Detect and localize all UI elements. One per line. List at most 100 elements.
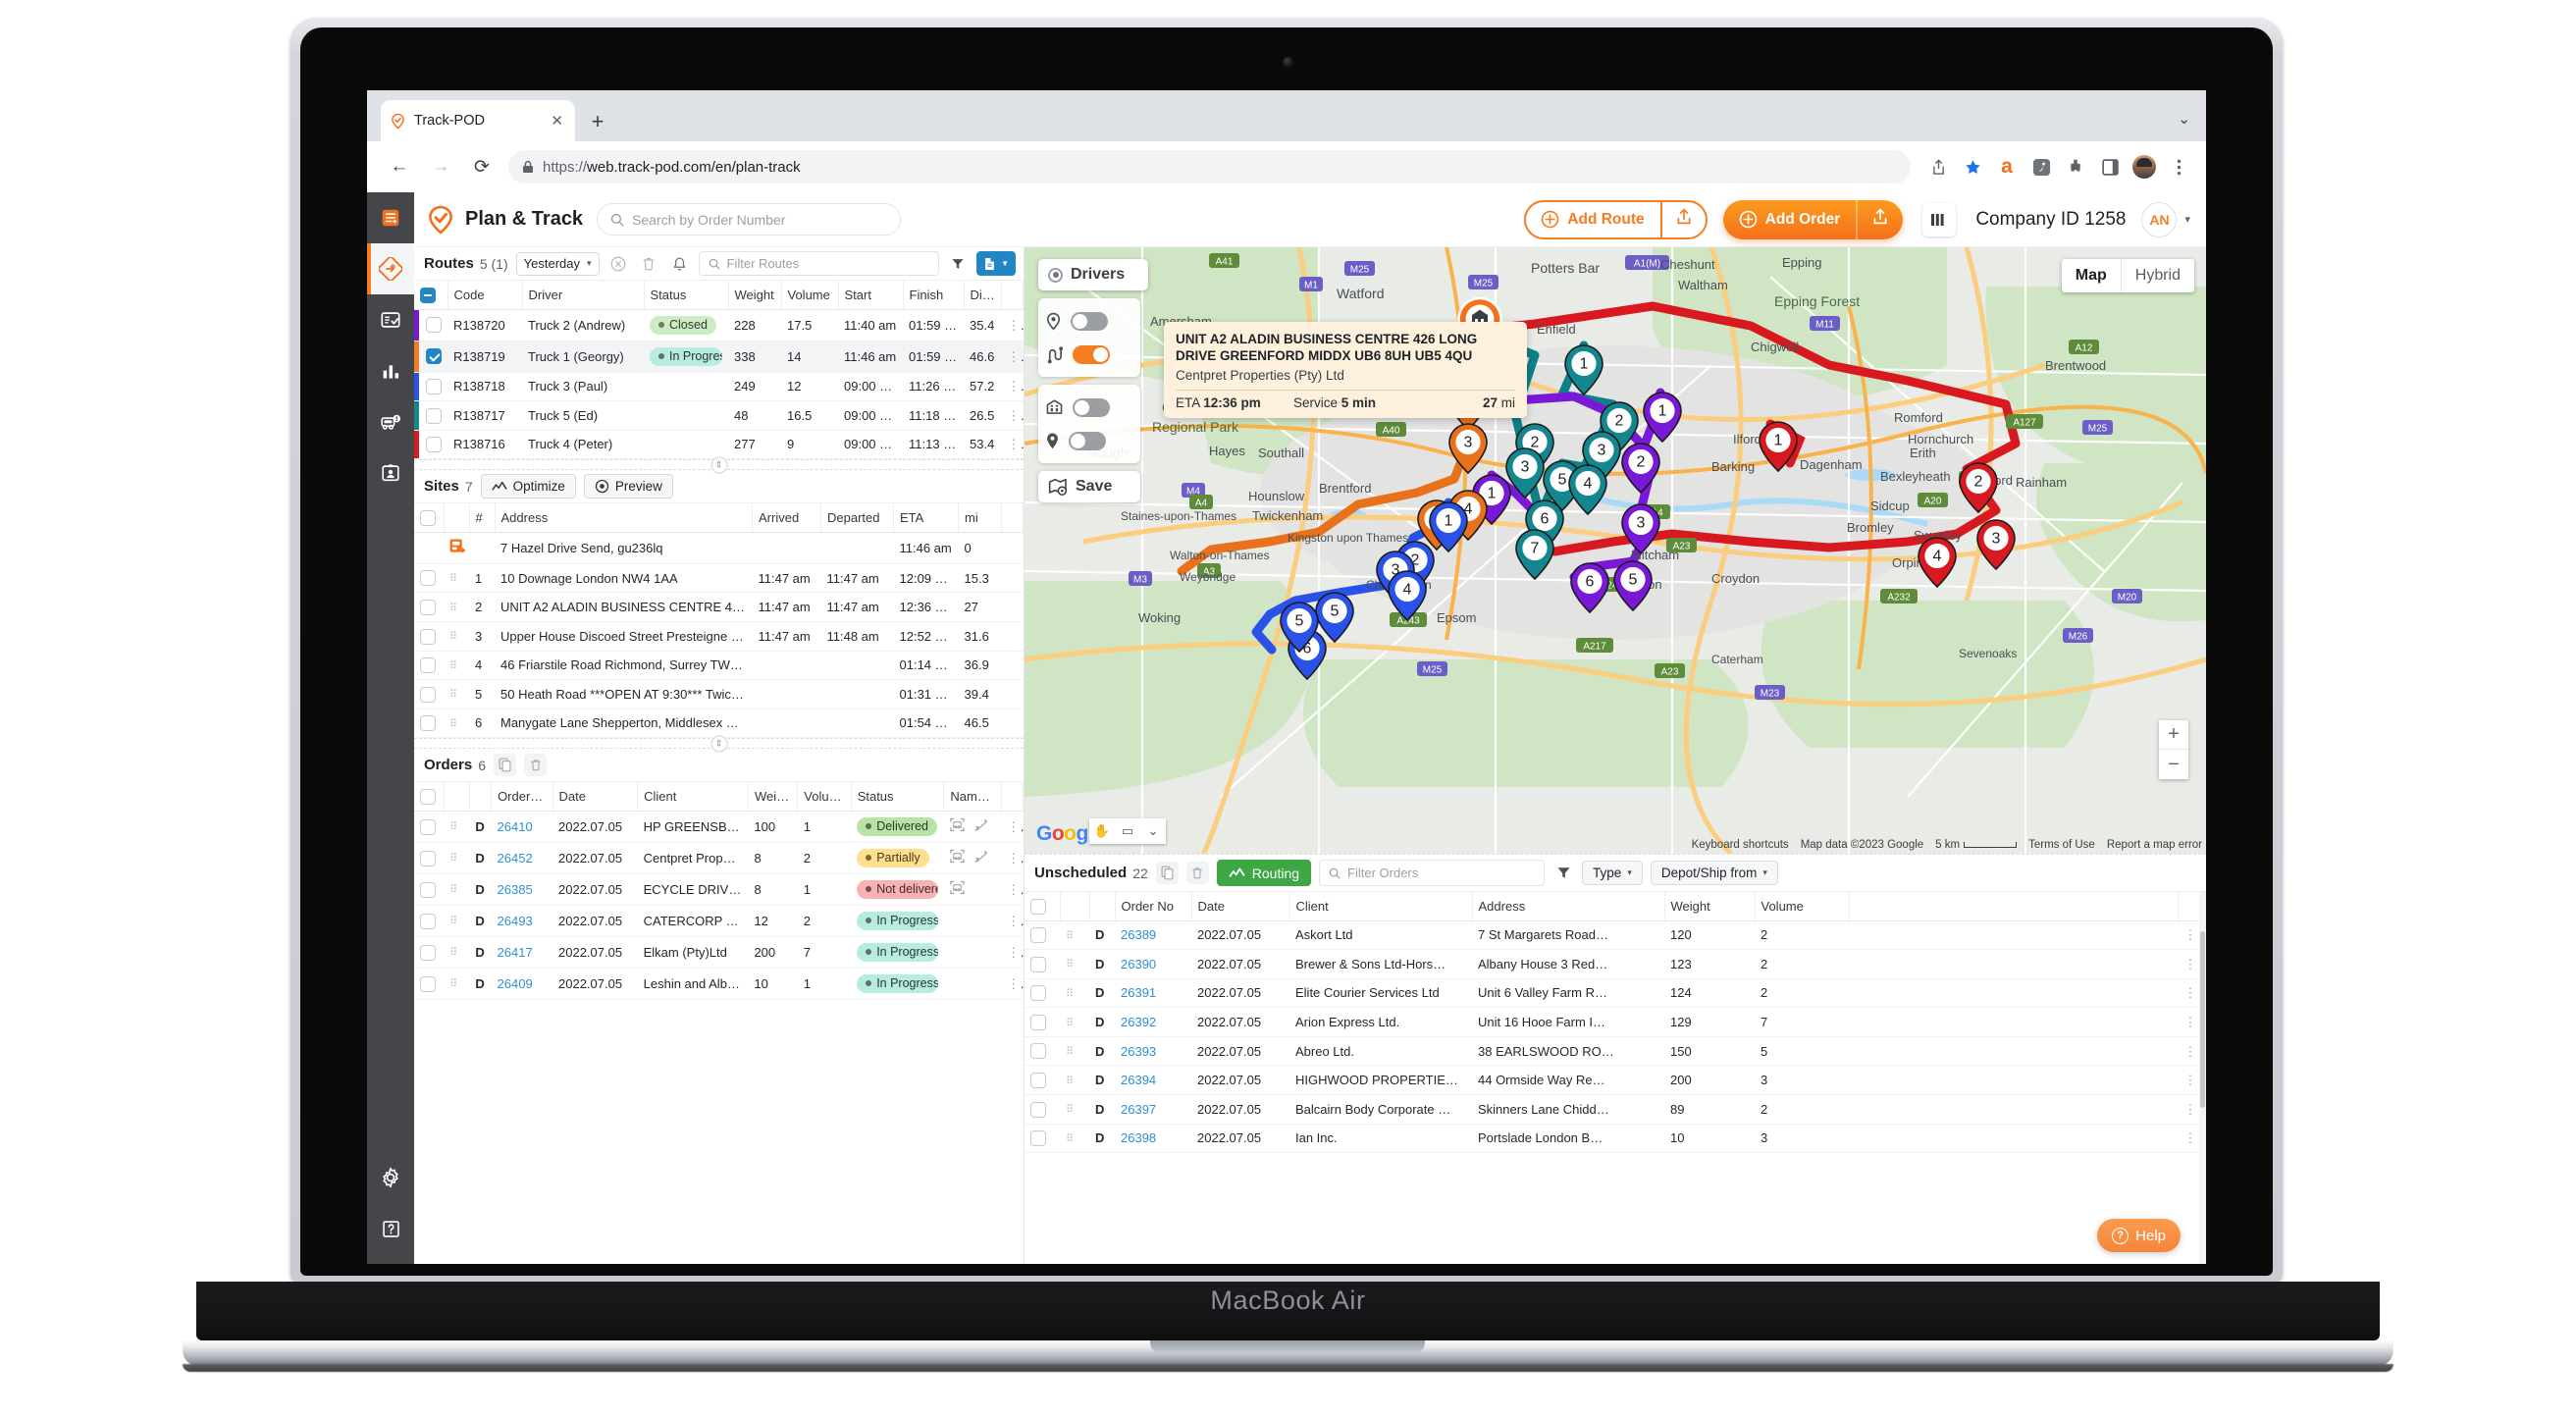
routes-row-select[interactable] xyxy=(414,309,447,341)
table-row[interactable]: R138720 Truck 2 (Andrew) Closed 228 17.5… xyxy=(414,309,1024,341)
pan-box-icon[interactable]: ▭ xyxy=(1115,818,1140,844)
orders-col-order-no[interactable]: Order No xyxy=(491,782,553,812)
site-row-handle[interactable]: ⠿ xyxy=(444,679,469,709)
save-map-button[interactable]: Save xyxy=(1038,471,1140,502)
bookmark-star-icon[interactable] xyxy=(1957,151,1988,183)
order-actions[interactable]: ⋮ xyxy=(1001,905,1024,937)
order-actions[interactable]: ⋮ xyxy=(1001,968,1024,1000)
unscheduled-row-handle[interactable]: ⠿ xyxy=(1060,920,1089,951)
site-row-handle[interactable]: ⠿ xyxy=(444,563,469,594)
sites-col-departed[interactable]: Departed xyxy=(820,503,894,533)
table-row[interactable]: ⠿ D 26410 2022.07.05 HP GREENSBORO LLC 1… xyxy=(414,811,1024,843)
unscheduled-row-handle[interactable]: ⠿ xyxy=(1060,1065,1089,1095)
routes-filter-input[interactable]: Filter Routes xyxy=(698,251,940,276)
chevron-down-icon[interactable]: ▾ xyxy=(2184,213,2190,226)
unscheduled-order-number[interactable]: 26389 xyxy=(1115,920,1191,951)
table-row[interactable]: ⠿ D 26398 2022.07.05 Ian Inc. Portslade … xyxy=(1025,1124,2206,1154)
add-route-button[interactable]: Add Route xyxy=(1524,199,1708,239)
order-number[interactable]: 26409 xyxy=(491,968,552,1000)
unscheduled-col-order-no[interactable]: Order No xyxy=(1115,892,1192,921)
route-code[interactable]: R138719 xyxy=(447,341,522,373)
row-checkbox[interactable] xyxy=(420,570,436,587)
routes-col-weight[interactable]: Weight xyxy=(728,281,782,310)
row-menu-icon[interactable]: ⋮ xyxy=(2184,927,2197,942)
routes-col-distance[interactable]: Distance, ... xyxy=(964,281,1002,310)
row-checkbox[interactable] xyxy=(420,850,436,866)
routes-col-driver[interactable]: Driver xyxy=(522,281,645,310)
site-row-handle[interactable] xyxy=(444,532,469,564)
drag-handle-icon[interactable]: ⠿ xyxy=(449,574,459,585)
side-panel-icon[interactable] xyxy=(2094,151,2126,183)
sites-select-all-checkbox[interactable] xyxy=(420,509,436,526)
chrome-menu-icon[interactable] xyxy=(2163,151,2194,183)
site-address[interactable]: 50 Heath Road ***OPEN AT 9:30*** Twicken… xyxy=(495,679,753,709)
drag-handle-icon[interactable]: ⠿ xyxy=(1066,1105,1076,1116)
add-route-main[interactable]: Add Route xyxy=(1526,210,1659,229)
row-menu-icon[interactable]: ⋮ xyxy=(1007,819,1023,834)
depot-filter-dropdown[interactable]: Depot/Ship from ▾ xyxy=(1650,861,1778,885)
sites-select-all-cell[interactable] xyxy=(414,503,445,533)
routes-select-all-cell[interactable] xyxy=(414,281,448,310)
select-all-checkbox[interactable] xyxy=(420,287,436,303)
order-row-select[interactable] xyxy=(414,811,445,843)
table-row[interactable]: ⠿ 4 46 Friarstile Road Richmond, Surrey … xyxy=(414,651,1024,681)
map-type-toggle[interactable]: Map Hybrid xyxy=(2061,259,2194,292)
site-address[interactable]: 10 Downage London NW4 1AA xyxy=(495,563,753,594)
site-row-handle[interactable]: ⠿ xyxy=(444,621,469,652)
sites-col-mi[interactable]: mi xyxy=(958,503,1002,533)
table-row[interactable]: ⠿ 2 UNIT A2 ALADIN BUSINESS CENTRE 426 L… xyxy=(414,592,1024,622)
row-checkbox[interactable] xyxy=(420,944,436,961)
order-actions[interactable]: ⋮ xyxy=(1001,811,1024,843)
unscheduled-row-select[interactable] xyxy=(1025,1094,1060,1125)
drag-handle-icon[interactable]: ⠿ xyxy=(449,854,459,865)
unscheduled-col-volume[interactable]: Volume xyxy=(1755,892,1850,921)
route-code[interactable]: R138718 xyxy=(447,372,522,402)
row-menu-icon[interactable]: ⋮ xyxy=(1008,379,1024,394)
table-row[interactable]: ⠿ D 26392 2022.07.05 Arion Express Ltd. … xyxy=(1025,1007,2206,1037)
orders-select-all-cell[interactable] xyxy=(414,782,445,812)
unscheduled-funnel-button[interactable] xyxy=(1552,863,1574,884)
tab-close-icon[interactable]: ✕ xyxy=(548,112,566,131)
site-row-select[interactable] xyxy=(414,621,444,652)
row-menu-icon[interactable]: ⋮ xyxy=(1007,976,1023,991)
reload-button[interactable]: ⟳ xyxy=(465,150,499,184)
sidebar-item-reports[interactable] xyxy=(367,345,414,396)
site-address[interactable]: Manygate Lane Shepperton, Middlesex TW17… xyxy=(495,708,753,739)
row-menu-icon[interactable]: ⋮ xyxy=(1008,408,1024,423)
pan-hand-icon[interactable]: ✋ xyxy=(1089,818,1115,844)
order-actions[interactable]: ⋮ xyxy=(1001,873,1024,906)
row-checkbox[interactable] xyxy=(426,317,442,334)
orders-select-all-checkbox[interactable] xyxy=(420,788,436,805)
orders-copy-button[interactable] xyxy=(494,754,516,777)
unscheduled-col-client[interactable]: Client xyxy=(1289,892,1473,921)
toggle-row-depots[interactable] xyxy=(1045,391,1133,424)
table-row[interactable]: ⠿ D 26394 2022.07.05 HIGHWOOD PROPERTIE…… xyxy=(1025,1065,2206,1095)
row-menu-icon[interactable]: ⋮ xyxy=(1008,437,1024,451)
order-row-handle[interactable]: ⠿ xyxy=(444,968,470,1000)
order-actions[interactable]: ⋮ xyxy=(1001,842,1024,874)
table-row[interactable]: 7 Hazel Drive Send, gu236lq 11:46 am 0 xyxy=(414,532,1024,564)
unscheduled-col-date[interactable]: Date xyxy=(1191,892,1290,921)
row-checkbox[interactable] xyxy=(1030,1014,1046,1030)
order-row-handle[interactable]: ⠿ xyxy=(444,811,470,843)
row-checkbox[interactable] xyxy=(420,715,436,732)
orders-col-volume[interactable]: Volume xyxy=(797,782,852,812)
unscheduled-row-handle[interactable]: ⠿ xyxy=(1060,949,1089,979)
route-actions[interactable]: ⋮ xyxy=(1001,430,1024,460)
unscheduled-row-handle[interactable]: ⠿ xyxy=(1060,1124,1089,1154)
orders-delete-button[interactable] xyxy=(524,754,547,777)
route-actions[interactable]: ⋮ xyxy=(1001,341,1024,373)
table-row[interactable]: ⠿ D 26409 2022.07.05 Leshin and Albertin… xyxy=(414,968,1024,1000)
site-address[interactable]: UNIT A2 ALADIN BUSINESS CENTRE 426 LONG … xyxy=(495,592,753,622)
add-order-button[interactable]: Add Order xyxy=(1722,199,1904,239)
site-row-select[interactable] xyxy=(414,592,444,622)
order-number[interactable]: 26385 xyxy=(491,873,552,906)
routes-row-select[interactable] xyxy=(414,372,447,402)
optimize-button[interactable]: Optimize xyxy=(480,474,576,499)
table-row[interactable]: ⠿ 3 Upper House Discoed Street Presteign… xyxy=(414,621,1024,652)
row-checkbox[interactable] xyxy=(420,818,436,835)
row-menu-icon[interactable]: ⋮ xyxy=(2184,1130,2197,1145)
site-row-select[interactable] xyxy=(414,532,444,564)
routes-col-code[interactable]: Code xyxy=(447,281,523,310)
forward-button[interactable]: → xyxy=(424,150,457,184)
